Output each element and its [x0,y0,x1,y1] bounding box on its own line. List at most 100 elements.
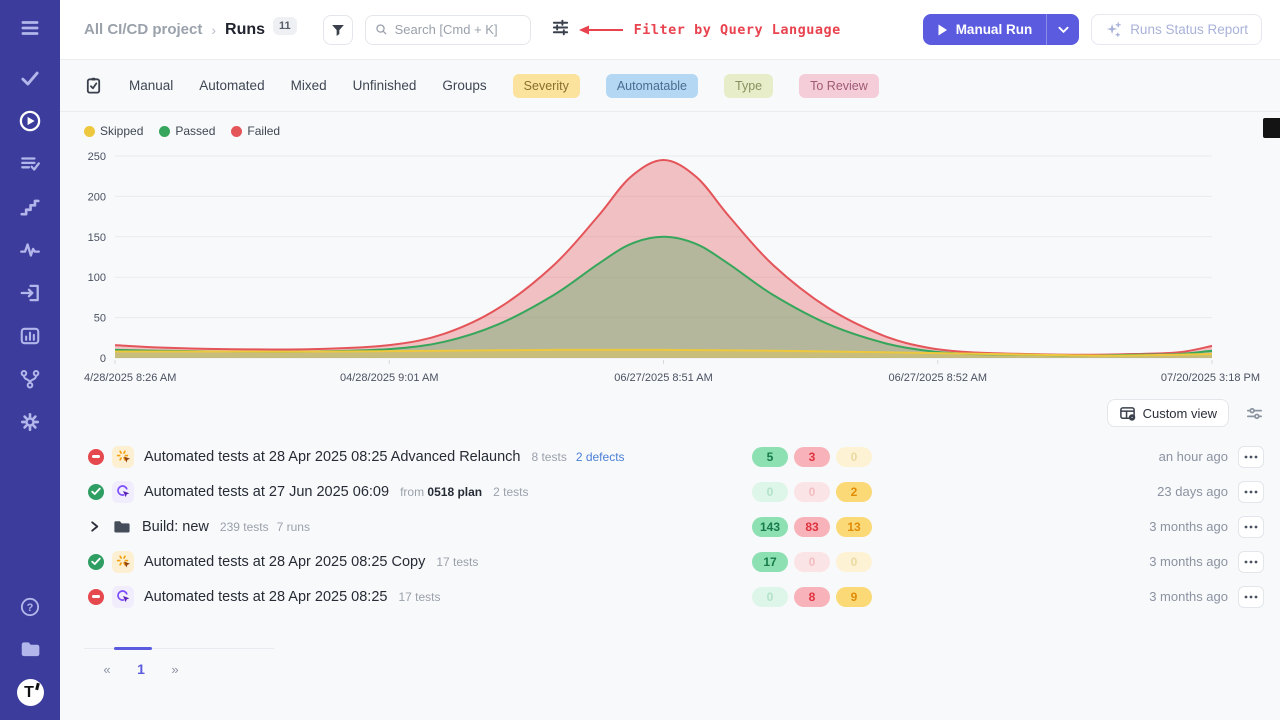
svg-text:07/20/2025 3:18 PM: 07/20/2025 3:18 PM [1161,372,1260,384]
skipped-count-badge: 9 [836,587,872,607]
result-badges: 17 0 0 [752,552,880,572]
passed-count-badge: 5 [752,447,788,467]
passed-dot-icon [159,126,170,137]
status-passed-icon [88,484,104,500]
header-actions: Manual Run Runs Status Report [923,14,1262,45]
custom-view-label: Custom view [1143,406,1217,421]
avatar[interactable]: T [17,679,44,706]
pagination-prev-button[interactable]: « [90,662,124,677]
analytics-bar-chart-icon[interactable] [18,324,42,348]
plans-list-check-icon[interactable] [18,152,42,176]
result-badges: 143 83 13 [752,517,880,537]
group-title: Build: new [142,519,209,535]
activity-pulse-icon[interactable] [18,238,42,262]
chart-section: Skipped Passed Failed 0501001502002504/2… [60,112,1280,385]
chevron-right-icon[interactable] [88,520,104,533]
checklist-board-icon[interactable] [84,76,103,95]
result-badges: 0 0 2 [752,482,880,502]
run-row[interactable]: Automated tests at 28 Apr 2025 08:25 Adv… [60,439,1280,474]
pill-severity[interactable]: Severity [513,74,580,98]
failed-count-badge: 0 [794,482,830,502]
skipped-dot-icon [84,126,95,137]
tab-manual[interactable]: Manual [129,78,173,93]
q-icon [112,586,134,608]
versions-branch-icon[interactable] [18,367,42,391]
run-title: Automated tests at 28 Apr 2025 08:25 Adv… [144,449,520,465]
q-icon [112,481,134,503]
skipped-count-badge: 2 [836,482,872,502]
run-group-row[interactable]: Build: new 239 tests 7 runs 143 83 13 3 … [60,509,1280,544]
manual-run-dropdown-button[interactable] [1047,14,1079,45]
breadcrumb-separator: › [211,22,216,38]
result-badges: 5 3 0 [752,447,880,467]
svg-text:?: ? [27,602,34,614]
breadcrumb-project[interactable]: All CI/CD project [84,21,202,38]
row-menu-button[interactable] [1238,551,1264,573]
help-icon[interactable]: ? [18,595,42,619]
quick-filters-row: Manual Automated Mixed Unfinished Groups… [60,60,1280,112]
tab-mixed[interactable]: Mixed [291,78,327,93]
run-timestamp: 3 months ago [1149,589,1228,604]
row-menu-button[interactable] [1238,516,1264,538]
pagination-page-1[interactable]: 1 [124,661,158,677]
search-box[interactable] [365,15,531,45]
row-menu-button[interactable] [1238,586,1264,608]
run-row[interactable]: Automated tests at 27 Jun 2025 06:09 fro… [60,474,1280,509]
query-language-sliders-icon[interactable] [551,18,570,42]
run-row[interactable]: Automated tests at 28 Apr 2025 08:25 Cop… [60,544,1280,579]
pill-to-review[interactable]: To Review [799,74,879,98]
svg-text:04/28/2025 9:01 AM: 04/28/2025 9:01 AM [340,372,438,384]
svg-text:200: 200 [88,191,106,203]
chevron-down-icon [1058,26,1069,34]
legend-item-failed[interactable]: Failed [231,124,280,138]
settings-gear-icon[interactable] [18,410,42,434]
search-input[interactable] [395,22,521,37]
sidebar: ? T [0,0,60,720]
docs-folder-icon[interactable] [18,637,42,661]
run-tests-count: 17 tests [436,555,478,569]
pagination-next-button[interactable]: » [158,662,192,677]
custom-view-button[interactable]: Custom view [1107,399,1229,427]
svg-text:4/28/2025 8:26 AM: 4/28/2025 8:26 AM [84,372,176,384]
runs-play-circle-icon[interactable] [18,109,42,133]
legend-item-passed[interactable]: Passed [159,124,215,138]
failed-count-badge: 0 [794,552,830,572]
svg-text:150: 150 [88,232,106,244]
run-tests-count: 8 tests [531,450,566,464]
spark-icon [112,551,134,573]
annotation: Filter by Query Language [577,22,841,38]
row-menu-button[interactable] [1238,446,1264,468]
milestones-steps-icon[interactable] [18,195,42,219]
menu-icon[interactable] [18,16,42,40]
defects-link[interactable]: 2 defects [576,450,625,464]
run-timestamp: 3 months ago [1149,519,1228,534]
failed-count-badge: 83 [794,517,830,537]
folder-icon [112,517,132,536]
run-title: Automated tests at 28 Apr 2025 08:25 [144,589,387,605]
status-failed-icon [88,449,104,465]
run-tests-count: 2 tests [493,485,528,499]
run-row[interactable]: Automated tests at 28 Apr 2025 08:25 17 … [60,579,1280,614]
runs-status-report-label: Runs Status Report [1130,22,1248,37]
pill-type[interactable]: Type [724,74,773,98]
import-icon[interactable] [18,281,42,305]
view-sliders-icon[interactable] [1245,404,1264,423]
svg-text:50: 50 [94,313,106,325]
manual-run-button[interactable]: Manual Run [923,14,1047,45]
tests-check-icon[interactable] [18,66,42,90]
annotation-text: Filter by Query Language [634,22,841,38]
tab-groups[interactable]: Groups [442,78,486,93]
pagination: « 1 » [84,648,274,677]
runs-status-report-button[interactable]: Runs Status Report [1091,14,1262,45]
svg-text:100: 100 [88,272,106,284]
skipped-count-badge: 0 [836,552,872,572]
row-menu-button[interactable] [1238,481,1264,503]
failed-count-badge: 8 [794,587,830,607]
pill-automatable[interactable]: Automatable [606,74,698,98]
svg-text:0: 0 [100,353,106,365]
tab-unfinished[interactable]: Unfinished [353,78,417,93]
filter-button[interactable] [323,15,353,45]
legend-item-skipped[interactable]: Skipped [84,124,143,138]
group-runs-count: 7 runs [277,520,310,534]
tab-automated[interactable]: Automated [199,78,264,93]
